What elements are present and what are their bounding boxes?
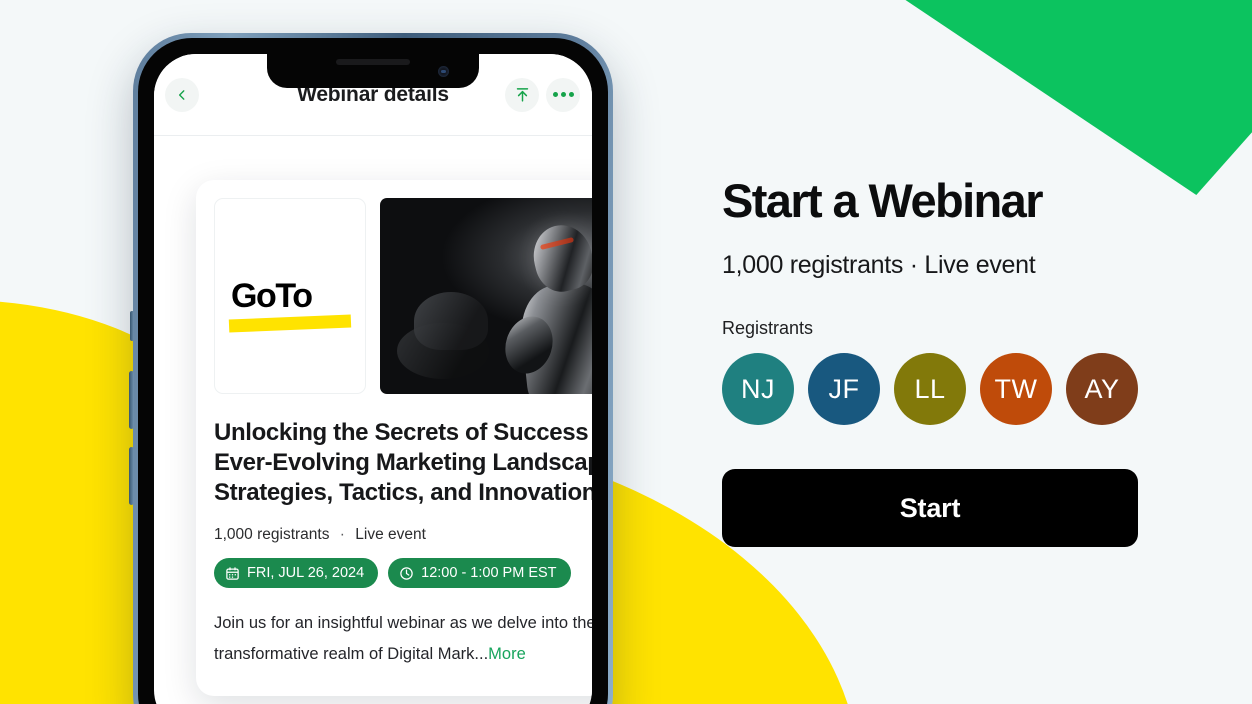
meta-separator: · <box>339 526 345 543</box>
more-options-button[interactable] <box>546 77 580 112</box>
phone-silent-switch[interactable] <box>130 311 134 341</box>
phone-volume-up-button[interactable] <box>129 371 134 429</box>
hero-robot-head <box>527 219 592 298</box>
event-type: Live event <box>355 526 426 543</box>
registrants-avatar-list: NJ JF LL TW AY <box>722 353 1182 426</box>
brand-logo-box: GoTo <box>214 198 366 394</box>
time-pill: 12:00 - 1:00 PM EST <box>388 558 571 588</box>
goto-logo-text: GoTo <box>231 277 313 315</box>
time-pill-label: 12:00 - 1:00 PM EST <box>421 565 557 581</box>
webinar-description: Join us for an insightful webinar as we … <box>214 608 592 670</box>
webinar-card: GoTo Unlocking the Secrets of Success Ev… <box>196 180 592 696</box>
share-upload-icon <box>516 88 528 102</box>
share-button[interactable] <box>505 77 539 112</box>
back-button[interactable] <box>165 77 199 112</box>
earpiece-speaker-icon <box>336 59 410 65</box>
hero-bg-shape-1 <box>414 292 489 351</box>
phone-bezel: Webinar details GoTo Unlocking the Secre… <box>138 38 608 704</box>
date-pill: FRI, JUL 26, 2024 <box>214 558 379 588</box>
goto-logo-underline <box>228 314 352 333</box>
avatar-initials: TW <box>994 373 1038 404</box>
registrants-label: Registrants <box>722 318 814 339</box>
panel-subtitle: 1,000 registrants · Live event <box>722 251 1036 280</box>
webinar-pills: FRI, JUL 26, 2024 12:00 - 1:00 PM EST <box>214 558 592 588</box>
avatar[interactable]: NJ <box>722 353 794 426</box>
calendar-icon <box>226 566 239 580</box>
front-camera-icon <box>438 66 449 77</box>
phone-screen: Webinar details GoTo Unlocking the Secre… <box>154 54 592 704</box>
promo-stage: Webinar details GoTo Unlocking the Secre… <box>0 0 1252 704</box>
avatar[interactable]: AY <box>1066 353 1138 426</box>
registrants-count: 1,000 registrants <box>214 526 330 543</box>
avatar-initials: NJ <box>741 373 775 404</box>
card-media-row: GoTo <box>214 198 592 394</box>
webinar-meta: 1,000 registrants · Live event <box>214 526 592 544</box>
avatar-initials: JF <box>828 373 860 404</box>
avatar[interactable]: TW <box>980 353 1052 426</box>
phone-volume-down-button[interactable] <box>129 447 134 505</box>
goto-logo: GoTo <box>228 277 352 333</box>
chevron-left-icon <box>178 89 185 100</box>
date-pill-label: FRI, JUL 26, 2024 <box>247 565 365 581</box>
phone-notch <box>267 54 479 88</box>
webinar-hero-image <box>380 198 592 394</box>
start-button[interactable]: Start <box>722 469 1138 548</box>
more-link[interactable]: More <box>488 645 526 663</box>
avatar[interactable]: LL <box>894 353 966 426</box>
avatar-initials: AY <box>1084 373 1120 404</box>
clock-icon <box>400 566 413 580</box>
right-panel: Start a Webinar 1,000 registrants · Live… <box>722 174 1182 548</box>
more-horizontal-icon <box>552 92 574 97</box>
green-corner-shape <box>904 0 1252 195</box>
description-text: Join us for an insightful webinar as we … <box>214 614 592 663</box>
phone-mockup: Webinar details GoTo Unlocking the Secre… <box>129 33 613 704</box>
avatar[interactable]: JF <box>808 353 880 426</box>
avatar-initials: LL <box>914 373 946 404</box>
panel-heading: Start a Webinar <box>722 174 1044 227</box>
webinar-title: Unlocking the Secrets of Success in the … <box>214 419 592 506</box>
